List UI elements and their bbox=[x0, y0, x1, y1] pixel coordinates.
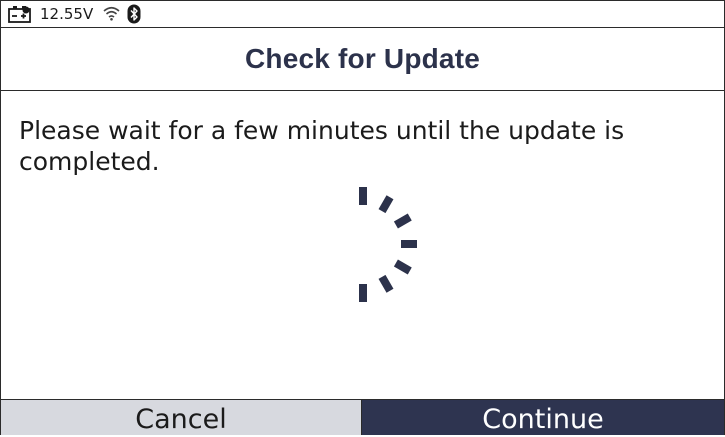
button-bar: Cancel Continue bbox=[1, 399, 724, 435]
wifi-icon bbox=[103, 6, 120, 21]
status-bar: 12.55V bbox=[1, 1, 724, 28]
battery-voltage: 12.55V bbox=[40, 5, 94, 23]
battery-plus-icon bbox=[8, 6, 31, 23]
update-message: Please wait for a few minutes until the … bbox=[19, 116, 625, 176]
header: Check for Update bbox=[1, 28, 724, 91]
page-title: Check for Update bbox=[244, 43, 481, 74]
loading-spinner-icon bbox=[359, 187, 417, 302]
bluetooth-icon bbox=[127, 4, 141, 24]
continue-button[interactable]: Continue bbox=[362, 400, 724, 435]
cancel-button[interactable]: Cancel bbox=[1, 400, 362, 435]
update-screen: 12.55V Check for Update Please wait for … bbox=[0, 0, 725, 435]
